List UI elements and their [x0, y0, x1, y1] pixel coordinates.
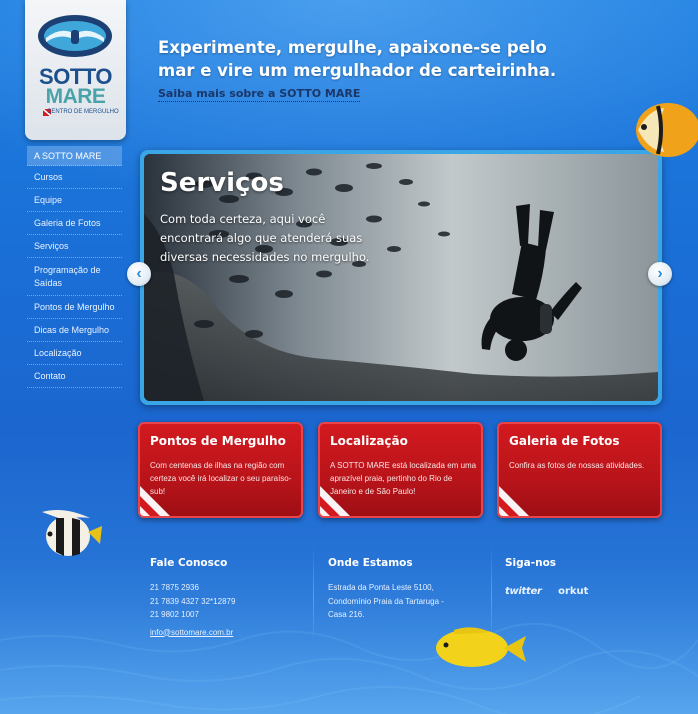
feature-box-localizacao[interactable]: Localização A SOTTO MARE está localizada… — [318, 422, 483, 518]
nav-item-a-sotto-mare[interactable]: A SOTTO MARE — [27, 146, 122, 166]
footer-address-title: Onde Estamos — [328, 557, 413, 569]
email-link[interactable]: info@sottomare.com.br — [150, 628, 233, 637]
page-headline: Experimente, mergulhe, apaixone-se pelo … — [158, 38, 557, 80]
logo-mare-text: MARE — [45, 85, 106, 108]
footer-social: Siga-nos twitter orkut — [505, 557, 600, 599]
footer-contact-title: Fale Conosco — [150, 557, 228, 569]
phone-number: 21 9802 1007 — [150, 610, 199, 619]
orkut-link[interactable]: orkut — [558, 586, 588, 597]
phone-number: 21 7839 4327 32*12879 — [150, 596, 236, 606]
slide-title: Serviços — [160, 168, 284, 198]
feature-box-text: Confira as fotos de nossas atividades. — [509, 461, 645, 470]
nav-item-dicas-de-mergulho[interactable]: Dicas de Mergulho — [27, 319, 122, 342]
feature-box-text: A SOTTO MARE está localizada em uma apra… — [330, 461, 477, 496]
feature-box-galeria[interactable]: Galeria de Fotos Confira as fotos de nos… — [497, 422, 662, 518]
nav-item-servicos[interactable]: Serviços — [27, 235, 122, 258]
slide-servicos[interactable]: Serviços Com toda certeza, aqui você enc… — [144, 154, 658, 401]
feature-box-title: Galeria de Fotos — [509, 434, 620, 448]
feature-box-text: Com centenas de ilhas na região com cert… — [150, 461, 292, 496]
hero-slider: Serviços Com toda certeza, aqui você enc… — [140, 150, 662, 405]
slider-prev-button[interactable]: ‹ — [127, 262, 151, 286]
slide-description: Com toda certeza, aqui você encontrará a… — [160, 212, 370, 264]
address-line: Condomínio Praia da Tartaruga - — [328, 596, 444, 606]
dive-flag-icon — [499, 486, 529, 516]
feature-box-pontos[interactable]: Pontos de Mergulho Com centenas de ilhas… — [138, 422, 303, 518]
feature-box-title: Localização — [330, 434, 408, 448]
nav-item-programacao-de-saidas[interactable]: Programação de Saídas — [27, 258, 122, 296]
nav-item-contato[interactable]: Contato — [27, 365, 122, 388]
nav-item-equipe[interactable]: Equipe — [27, 189, 122, 212]
dive-flag-icon — [320, 486, 350, 516]
nav-item-galeria-de-fotos[interactable]: Galeria de Fotos — [27, 212, 122, 235]
phone-number: 21 7875 2936 — [150, 583, 199, 592]
butterflyfish-illustration — [636, 103, 698, 157]
feature-box-title: Pontos de Mergulho — [150, 434, 286, 448]
address-line: Estrada da Ponta Leste 5100, — [328, 583, 434, 592]
nav-item-pontos-de-mergulho[interactable]: Pontos de Mergulho — [27, 296, 122, 319]
logo[interactable]: SOTTO MARE CENTRO DE MERGULHO — [25, 0, 126, 140]
slider-next-button[interactable]: › — [648, 262, 672, 286]
moorish-idol-fish-illustration — [42, 510, 102, 556]
footer-divider — [313, 545, 314, 645]
yellow-tang-fish-illustration — [436, 627, 526, 667]
dive-flag-icon — [140, 486, 170, 516]
twitter-link[interactable]: twitter — [505, 586, 542, 597]
footer-contact: Fale Conosco 21 7875 2936 21 7839 4327 3… — [150, 557, 235, 640]
sidebar-nav: A SOTTO MARE Cursos Equipe Galeria de Fo… — [27, 146, 122, 388]
dive-mask-icon — [38, 15, 112, 57]
nav-item-localizacao[interactable]: Localização — [27, 342, 122, 365]
address-line: Casa 216. — [328, 610, 365, 619]
logo-subtitle: CENTRO DE MERGULHO — [47, 109, 119, 115]
nav-item-cursos[interactable]: Cursos — [27, 166, 122, 189]
footer-social-title: Siga-nos — [505, 557, 557, 569]
footer-address: Onde Estamos Estrada da Ponta Leste 5100… — [328, 557, 444, 622]
about-link[interactable]: Saiba mais sobre a SOTTO MARE — [158, 87, 361, 102]
